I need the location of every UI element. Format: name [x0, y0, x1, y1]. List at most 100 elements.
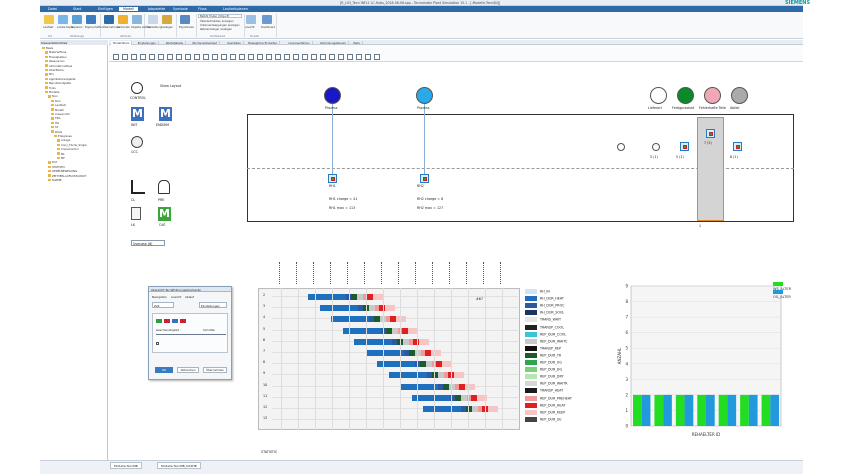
tree-item[interactable]: TRG	[51, 116, 61, 120]
toolbar-tool-icon[interactable]	[374, 54, 380, 60]
tree-item[interactable]: Anlage	[57, 138, 70, 142]
source-node-2[interactable]	[416, 87, 433, 104]
bottom-tab-2[interactable]: Modelle.TecnNB_DASHB	[157, 462, 201, 469]
tree-item[interactable]: CraneControl	[57, 147, 79, 151]
dialog-titlebar[interactable]: Ubersicht Tecn$Fuhrungsstrumente	[149, 287, 231, 292]
junction-2[interactable]	[652, 143, 660, 151]
drain-node-2[interactable]	[677, 87, 694, 104]
tree-item[interactable]: Informationsfluss	[45, 64, 72, 68]
toolbar-tool-icon[interactable]	[149, 54, 155, 60]
dialog-cancel-button[interactable]: Abbrechen	[177, 367, 199, 373]
tree-item[interactable]: MF	[57, 156, 65, 160]
station-b[interactable]	[706, 129, 715, 138]
endsim-method-icon[interactable]: M	[159, 107, 172, 121]
doc-tab-6[interactable]: Linienverfahren	[286, 40, 313, 45]
toolbar-tool-icon[interactable]	[365, 54, 371, 60]
tree-item[interactable]: Mt	[57, 152, 64, 156]
toolbar-tool-icon[interactable]	[302, 54, 308, 60]
ole-method-icon[interactable]: M	[158, 207, 171, 221]
junction-1[interactable]	[617, 143, 625, 151]
view-button[interactable]	[246, 15, 256, 24]
ccc-gear-icon[interactable]	[131, 136, 143, 148]
toolbar-tool-icon[interactable]	[356, 54, 362, 60]
tree-item[interactable]: Benutzerobjekte	[45, 81, 71, 85]
speed-checkbox[interactable]	[156, 342, 159, 345]
tree-item[interactable]: Tecn	[51, 99, 61, 103]
tree-item[interactable]: Posts	[51, 130, 62, 134]
tree-item[interactable]: Oberfläche	[45, 68, 64, 72]
settings-dialog[interactable]: Ubersicht Tecn$Fuhrungsstrumente Navigat…	[148, 286, 232, 380]
menu-tab-0[interactable]: Datei	[44, 7, 61, 11]
doc-tab-3[interactable]: Wochenzeitverlauf	[190, 40, 221, 45]
time-field[interactable]: Zeit	[152, 302, 174, 308]
tree-item[interactable]: TestMB	[48, 178, 61, 182]
menu-tab-7[interactable]: Laufzeitplanen	[219, 7, 252, 11]
export-button[interactable]	[180, 15, 190, 24]
tree-item[interactable]: Ereignisse	[54, 134, 72, 138]
menu-tab-4[interactable]: Jobpalette	[144, 7, 169, 11]
station-a[interactable]	[680, 142, 689, 151]
tree-item[interactable]: Tools	[45, 86, 56, 90]
manage-button[interactable]	[148, 15, 158, 24]
tree-item[interactable]: LEIBELBEWEGUNG	[48, 169, 77, 173]
speed-slider[interactable]	[156, 334, 226, 335]
lk-document-icon[interactable]	[131, 207, 141, 220]
toolbar-tool-icon[interactable]	[293, 54, 299, 60]
tree-item[interactable]: Basis	[42, 46, 53, 50]
tree-item[interactable]: ST	[51, 125, 58, 129]
menu-tab-2[interactable]: Einfügen	[94, 7, 117, 11]
tree-item[interactable]: Aussenrohr	[51, 112, 70, 116]
tree-item[interactable]: Laufzeit	[51, 103, 66, 107]
toolbar-tool-icon[interactable]	[257, 54, 263, 60]
menu-tab-3[interactable]: Modell	[119, 6, 139, 11]
show-layout-label[interactable]: Show Layout	[160, 84, 181, 88]
doc-tab-1[interactable]: Einstellungen	[136, 40, 159, 45]
play-icon[interactable]	[156, 319, 162, 323]
usecase-dropdown[interactable]: Usecase (6)	[131, 240, 165, 246]
check-refpointer[interactable]: Referenzzeiger anzeigen	[200, 28, 232, 31]
toolbar-tool-icon[interactable]	[203, 54, 209, 60]
dialog-tab-run[interactable]: Ablauf	[185, 295, 194, 299]
toolbar-tool-icon[interactable]	[194, 54, 200, 60]
tree-item[interactable]: Applikationsobjekte	[45, 77, 75, 81]
toolbar-tool-icon[interactable]	[311, 54, 317, 60]
connect-button[interactable]	[118, 15, 128, 24]
toolbar-tool-icon[interactable]	[140, 54, 146, 60]
dialog-ok-button[interactable]: OK	[155, 367, 173, 373]
toolbar-tool-icon[interactable]	[122, 54, 128, 60]
settings-field[interactable]: Einstellungen	[199, 302, 227, 308]
toolbar-tool-icon[interactable]	[266, 54, 272, 60]
doc-tab-0[interactable]: Modellübers	[111, 40, 133, 45]
step-icon[interactable]	[172, 319, 178, 323]
tree-item[interactable]: Modell	[51, 108, 64, 112]
toolbar-tool-icon[interactable]	[275, 54, 281, 60]
dialog-tab-navigation[interactable]: Navigation	[152, 295, 167, 299]
control-icon[interactable]	[131, 82, 143, 94]
toolbar-tool-icon[interactable]	[113, 54, 119, 60]
toolbar-tool-icon[interactable]	[230, 54, 236, 60]
pre-microscope-icon[interactable]	[158, 180, 170, 194]
doc-tab-5[interactable]: Bewegliche Einheiten	[246, 40, 281, 45]
source-node-1[interactable]	[324, 87, 341, 104]
rh2-station[interactable]	[420, 174, 429, 183]
toolbar-tool-icon[interactable]	[131, 54, 137, 60]
dialog-apply-button[interactable]: Übernehmen	[203, 367, 227, 373]
toolbar-tool-icon[interactable]	[239, 54, 245, 60]
tree-item[interactable]: Tecn	[48, 94, 58, 98]
station-c[interactable]	[733, 142, 742, 151]
tree-item[interactable]: Flüssigkeiten	[45, 55, 67, 59]
toolbar-tool-icon[interactable]	[347, 54, 353, 60]
drain-node-3[interactable]	[704, 87, 721, 104]
tree-item[interactable]: Modelle	[45, 90, 59, 94]
toolbar-tool-icon[interactable]	[338, 54, 344, 60]
bottom-tab-1[interactable]: Modelle.TecnNB	[110, 462, 142, 469]
init-method-icon[interactable]: M	[131, 107, 144, 121]
menu-tab-1[interactable]: Start	[69, 7, 85, 11]
tree-item[interactable]: HG	[51, 121, 59, 125]
copy-button[interactable]	[72, 15, 82, 24]
drain-node-1[interactable]	[650, 87, 667, 104]
doc-tab-4[interactable]: Userdaten	[225, 40, 244, 45]
laufzeit-button[interactable]	[44, 15, 54, 24]
dashboard-button[interactable]	[262, 15, 272, 24]
toolbar-tool-icon[interactable]	[176, 54, 182, 60]
